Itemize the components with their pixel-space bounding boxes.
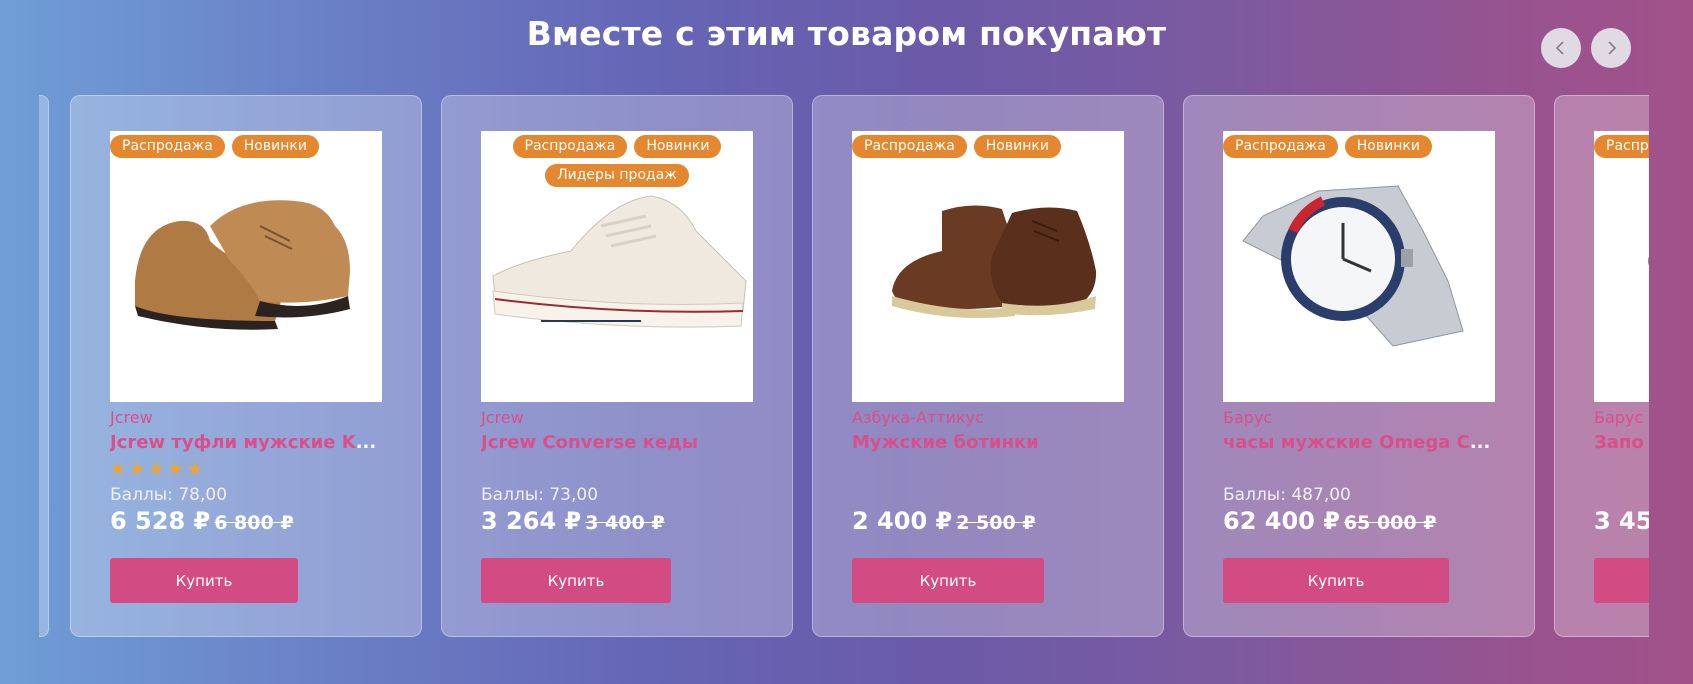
product-partial-image	[1648, 256, 1649, 266]
old-price: 2 500 ₽	[956, 512, 1036, 534]
badge-new: Новинки	[1344, 135, 1432, 158]
product-brand[interactable]: Jcrew	[110, 408, 153, 427]
buy-button[interactable]: Купить	[110, 558, 298, 603]
product-price: 3 45	[1594, 507, 1649, 535]
product-price: 2 400 ₽2 500 ₽	[852, 507, 1036, 535]
old-price: 6 800 ₽	[214, 512, 294, 534]
product-carousel: Распродажа Новинки Jcrew Jcrew туфли муж…	[39, 95, 1649, 638]
rating-stars: ★ ★ ★ ★ ★	[110, 461, 203, 479]
watch-image	[1242, 185, 1464, 347]
chevron-left-icon	[1555, 41, 1564, 55]
product-brand[interactable]: Jcrew	[481, 408, 524, 427]
product-card[interactable]: Распродажа Новинки Азбука-Аттикус Мужски…	[812, 95, 1164, 637]
old-price: 3 400 ₽	[585, 512, 665, 534]
badge-sale: Распрод	[1594, 135, 1649, 158]
product-image[interactable]: Распродажа Новинки	[852, 131, 1124, 402]
product-brand[interactable]: Азбука-Аттикус	[852, 408, 984, 427]
product-name[interactable]: Jcrew туфли мужские K...	[110, 432, 410, 453]
product-image[interactable]: Распродажа Новинки Лидеры продаж	[481, 131, 753, 402]
buy-button[interactable]: Купить	[852, 558, 1044, 603]
badge-group: Распродажа Новинки Лидеры продаж	[481, 131, 753, 187]
bonus-points: Баллы: 487,00	[1223, 485, 1351, 505]
bonus-points: Баллы: 78,00	[110, 485, 228, 505]
badge-sale: Распродажа	[512, 135, 628, 158]
product-name[interactable]: Мужские ботинки	[852, 432, 1152, 453]
product-card[interactable]: Распродажа Новинки Барус часы мужские Om…	[1183, 95, 1535, 637]
product-brand[interactable]: Барус	[1223, 408, 1272, 427]
badge-new: Новинки	[231, 135, 319, 158]
badge-group: Распродажа Новинки	[110, 131, 382, 158]
buy-button[interactable]: Купить	[1223, 558, 1449, 603]
product-card[interactable]: Распродажа Новинки Jcrew Jcrew туфли муж…	[70, 95, 422, 637]
product-name[interactable]: Запо	[1594, 432, 1649, 453]
badge-group: Распродажа Новинки	[852, 131, 1124, 158]
carousel-prev-button[interactable]	[1541, 28, 1581, 68]
carousel-next-button[interactable]	[1591, 28, 1631, 68]
product-card[interactable]: Распродажа Новинки Лидеры продаж Jcrew J…	[441, 95, 793, 637]
product-name[interactable]: Jcrew Converse кеды	[481, 432, 781, 453]
chevron-right-icon	[1608, 41, 1617, 55]
badge-group: Распрод	[1594, 131, 1649, 158]
star-icon: ★	[129, 459, 146, 480]
product-price: 62 400 ₽65 000 ₽	[1223, 507, 1437, 535]
star-icon: ★	[148, 459, 165, 480]
shoe-image	[135, 200, 350, 330]
product-price: 6 528 ₽6 800 ₽	[110, 507, 294, 535]
product-name[interactable]: часы мужские Omega C...	[1223, 432, 1523, 453]
star-icon: ★	[186, 459, 203, 480]
bonus-points: Баллы: 73,00	[481, 485, 599, 505]
star-icon: ★	[110, 459, 127, 480]
product-price: 3 264 ₽3 400 ₽	[481, 507, 665, 535]
badge-new: Новинки	[973, 135, 1061, 158]
buy-button[interactable]	[1594, 558, 1649, 603]
badge-bestseller: Лидеры продаж	[545, 164, 689, 187]
buy-button[interactable]: Купить	[481, 558, 671, 603]
product-card[interactable]: Распрод Барус Запо 3 45	[1554, 95, 1649, 637]
badge-group: Распродажа Новинки	[1223, 131, 1495, 158]
badge-sale: Распродажа	[852, 135, 967, 158]
badge-sale: Распродажа	[110, 135, 225, 158]
badge-sale: Распродажа	[1223, 135, 1338, 158]
boots-image	[892, 205, 1097, 319]
product-brand[interactable]: Барус	[1594, 408, 1643, 427]
section-title: Вместе с этим товаром покупают	[526, 14, 1167, 53]
old-price: 65 000 ₽	[1343, 512, 1437, 534]
badge-new: Новинки	[634, 135, 722, 158]
product-image[interactable]: Распродажа Новинки	[1223, 131, 1495, 402]
star-icon: ★	[167, 459, 184, 480]
product-image[interactable]: Распродажа Новинки	[110, 131, 382, 402]
product-image[interactable]: Распрод	[1594, 131, 1649, 402]
